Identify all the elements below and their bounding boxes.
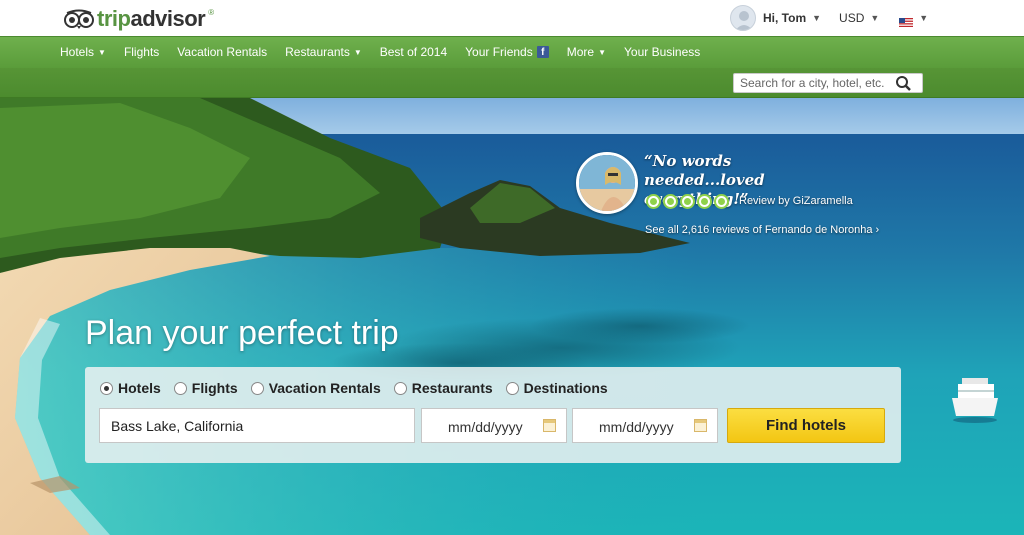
featured-review[interactable]: “No words needed...loved everything!” Re… — [576, 152, 906, 242]
chevron-down-icon: ▼ — [353, 47, 362, 57]
review-author: Review by GiZaramella — [739, 195, 853, 207]
nav-item-your-friends[interactable]: Your Friends f — [465, 45, 549, 59]
owl-eyes-icon — [64, 9, 94, 29]
nav-item-flights[interactable]: Flights — [124, 45, 159, 59]
chevron-down-icon[interactable]: ▼ — [812, 13, 821, 23]
see-all-reviews-link[interactable]: See all 2,616 reviews of Fernando de Nor… — [645, 224, 879, 236]
tab-vacation-rentals[interactable]: Vacation Rentals — [250, 380, 381, 396]
bubble-rating — [646, 194, 729, 209]
nav-item-best-of[interactable]: Best of 2014 — [380, 45, 447, 59]
trip-planner: Hotels Flights Vacation Rentals Restaura… — [85, 367, 901, 463]
logo-wordmark: tripadvisor — [97, 6, 206, 31]
destination-value: Bass Lake, California — [111, 418, 244, 434]
user-silhouette-icon — [735, 11, 753, 30]
rating-bubble-icon — [663, 194, 678, 209]
rating-bubble-icon — [697, 194, 712, 209]
currency-selector[interactable]: USD — [839, 11, 864, 25]
checkout-date-field[interactable]: mm/dd/yyyy — [572, 408, 718, 443]
rating-bubble-icon — [714, 194, 729, 209]
checkin-placeholder: mm/dd/yyyy — [448, 419, 523, 435]
nav-item-restaurants[interactable]: Restaurants ▼ — [285, 45, 362, 59]
user-greeting[interactable]: Hi, Tom — [763, 11, 806, 25]
rating-bubble-icon — [646, 194, 661, 209]
avatar[interactable] — [730, 5, 756, 31]
hero-banner: “No words needed...loved everything!” Re… — [0, 98, 1024, 535]
radio-icon[interactable] — [505, 381, 519, 395]
chevron-down-icon[interactable]: ▼ — [870, 13, 879, 23]
nav-item-hotels[interactable]: Hotels ▼ — [60, 45, 106, 59]
search-type-tabs: Hotels Flights Vacation Rentals Restaura… — [100, 380, 621, 396]
reviewer-photo — [576, 152, 638, 214]
rating-bubble-icon — [680, 194, 695, 209]
nav-item-your-business[interactable]: Your Business — [624, 45, 700, 59]
registered-mark: ® — [208, 8, 215, 17]
checkout-placeholder: mm/dd/yyyy — [599, 419, 674, 435]
tab-restaurants[interactable]: Restaurants — [393, 380, 493, 396]
checkin-date-field[interactable]: mm/dd/yyyy — [421, 408, 567, 443]
nav-item-more[interactable]: More ▼ — [567, 45, 606, 59]
radio-icon[interactable] — [393, 381, 407, 395]
chevron-down-icon: ▼ — [598, 47, 606, 57]
radio-selected-icon[interactable] — [100, 381, 113, 395]
tab-hotels[interactable]: Hotels — [100, 380, 161, 396]
radio-icon[interactable] — [250, 381, 264, 395]
tripadvisor-logo[interactable]: tripadvisor ® — [64, 6, 214, 32]
facebook-icon: f — [536, 46, 549, 58]
site-search[interactable] — [733, 73, 923, 93]
user-area: Hi, Tom ▼ USD ▼ ▼ — [730, 4, 928, 32]
calendar-icon[interactable] — [543, 419, 556, 432]
calendar-icon[interactable] — [694, 419, 707, 432]
tab-flights[interactable]: Flights — [173, 380, 238, 396]
find-hotels-button[interactable]: Find hotels — [727, 408, 885, 443]
search-bar-strip — [0, 68, 1024, 98]
top-bar: tripadvisor ® Hi, Tom ▼ USD ▼ ▼ — [0, 0, 1024, 36]
search-icon[interactable] — [894, 74, 914, 92]
radio-icon[interactable] — [173, 381, 187, 395]
search-input[interactable] — [734, 74, 894, 92]
us-flag-icon[interactable] — [899, 14, 914, 27]
chevron-down-icon: ▼ — [98, 47, 106, 57]
destination-input[interactable]: Bass Lake, California — [99, 408, 415, 443]
page-title: Plan your perfect trip — [85, 314, 399, 352]
main-nav: Hotels ▼ Flights Vacation Rentals Restaur… — [0, 36, 1024, 68]
tab-destinations[interactable]: Destinations — [505, 380, 608, 396]
nav-item-vacation-rentals[interactable]: Vacation Rentals — [177, 45, 267, 59]
chevron-down-icon[interactable]: ▼ — [919, 13, 928, 23]
